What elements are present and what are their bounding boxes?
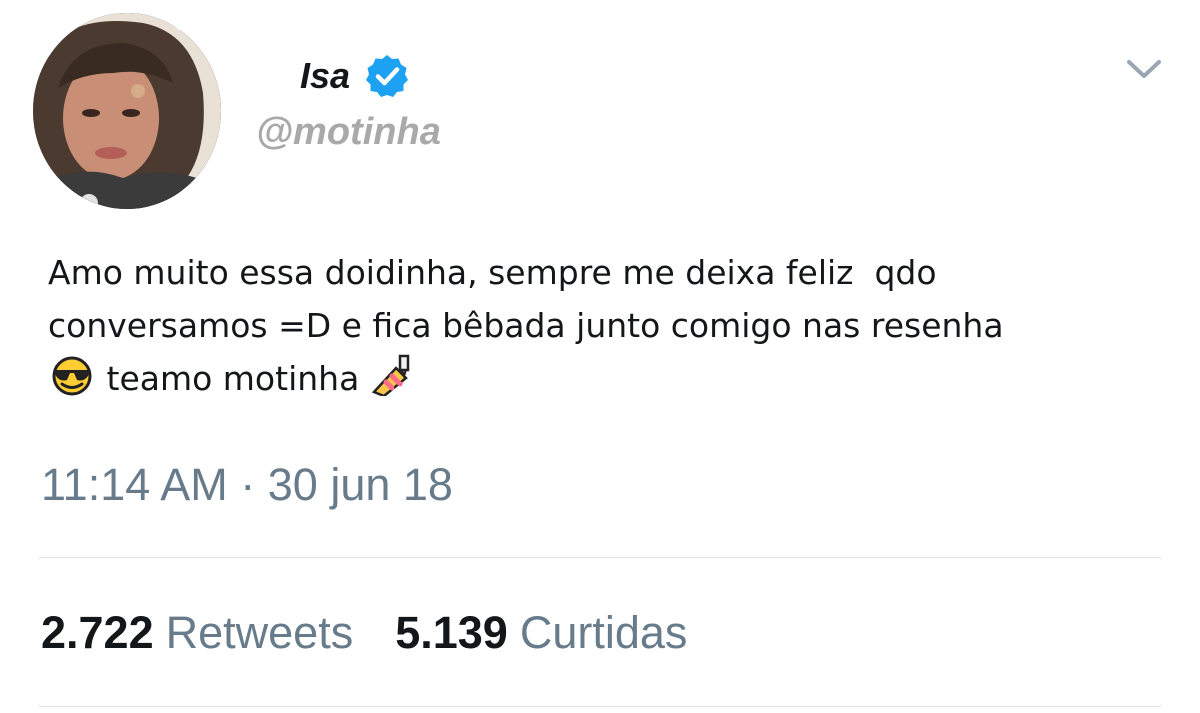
avatar[interactable] — [33, 13, 221, 209]
avatar-photo — [33, 13, 221, 209]
retweets-count: 2.722 — [41, 607, 154, 658]
nail-polish-icon — [371, 354, 410, 396]
author-name-row[interactable]: Isa — [300, 52, 410, 100]
likes-stat[interactable]: 5.139 Curtidas — [395, 610, 687, 655]
verified-badge-icon — [366, 55, 409, 97]
retweets-stat[interactable]: 2.722 Retweets — [41, 610, 353, 655]
tweet-card: Isa @motinha Amo muito essa doidinha, se… — [0, 0, 1200, 713]
tweet-text-line-3: teamo motinha — [48, 352, 1168, 405]
smiling-face-with-sunglasses-icon — [52, 356, 92, 396]
tweet-text-line: conversamos =D e fica bêbada junto comig… — [48, 306, 1004, 345]
divider — [39, 557, 1161, 558]
display-name[interactable]: Isa — [300, 58, 350, 94]
retweets-label: Retweets — [165, 607, 354, 658]
tweet-timestamp[interactable]: 11:14 AM · 30 jun 18 — [41, 462, 453, 507]
likes-label: Curtidas — [519, 607, 688, 658]
tweet-text-line: Amo muito essa doidinha, sempre me deixa… — [48, 253, 937, 292]
chevron-down-icon[interactable] — [1124, 55, 1164, 83]
likes-count: 5.139 — [395, 607, 508, 658]
tweet-text-line: teamo motinha — [106, 359, 360, 398]
tweet-text: Amo muito essa doidinha, sempre me deixa… — [48, 246, 1168, 405]
tweet-stats: 2.722 Retweets 5.139 Curtidas — [41, 610, 687, 655]
divider — [39, 706, 1161, 707]
author-handle[interactable]: @motinha — [256, 113, 441, 151]
